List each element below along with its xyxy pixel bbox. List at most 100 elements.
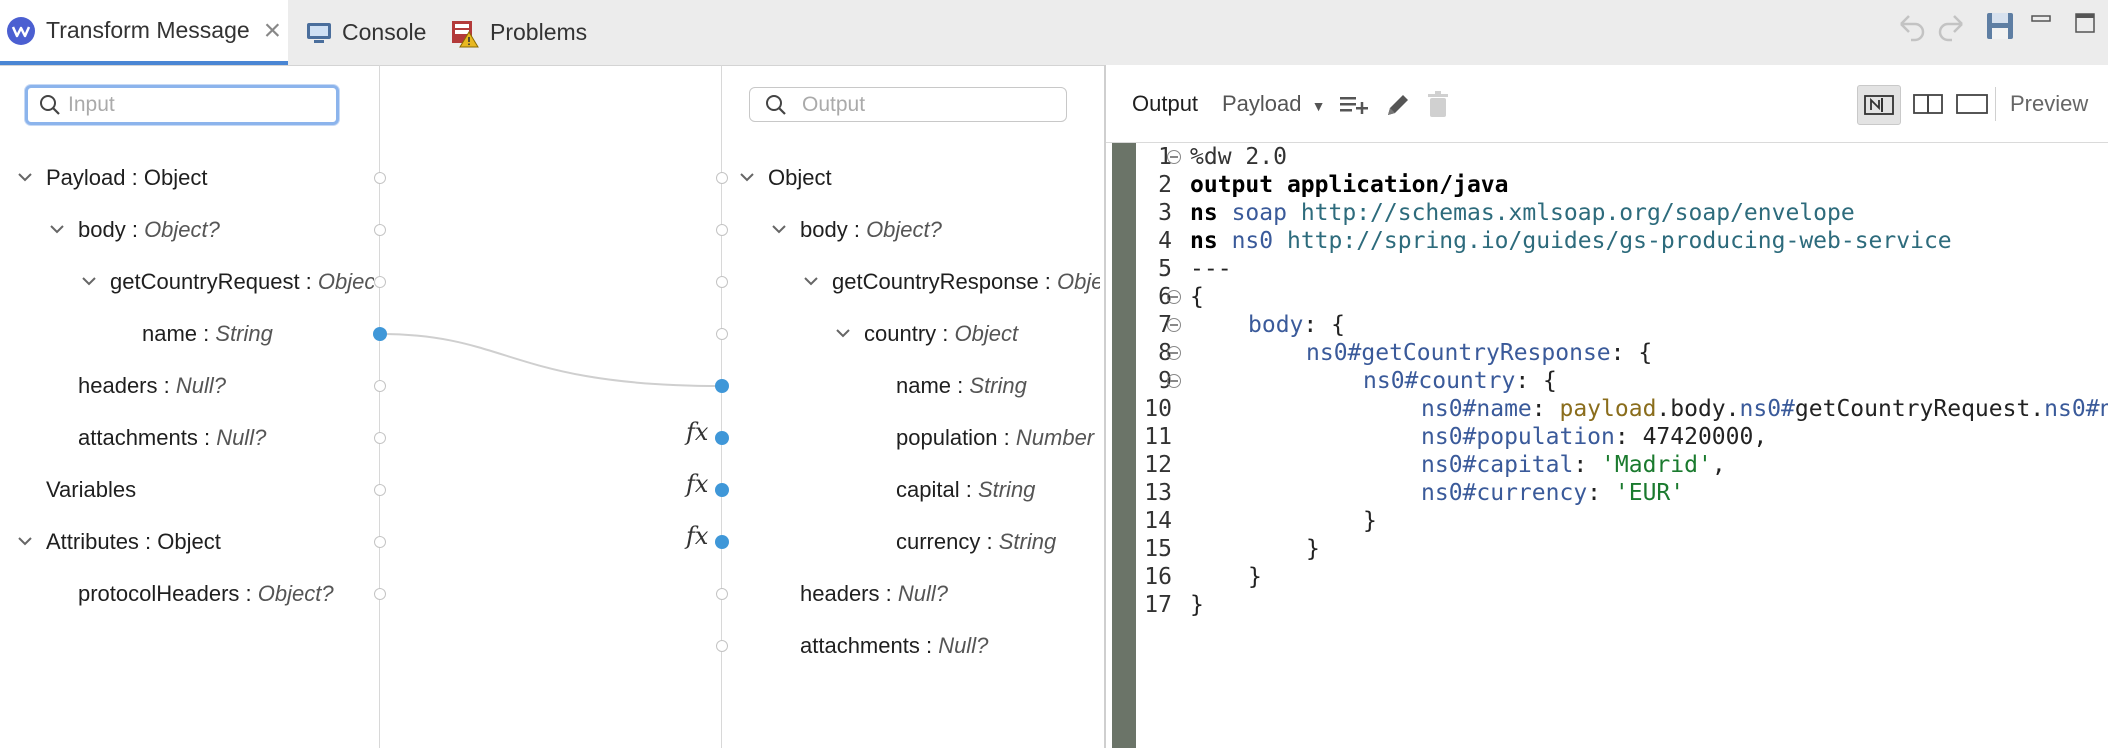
output-search-box[interactable] [749,87,1067,122]
output-connector-getcountryresponse[interactable] [716,276,728,288]
add-target-icon[interactable] [1338,91,1370,117]
function-icon[interactable]: fx [686,470,708,498]
chevron-down-icon[interactable] [16,163,36,193]
code-line: body: { [1248,312,1345,338]
output-connector-population-mapped[interactable] [715,431,729,445]
output-connector-object[interactable] [716,172,728,184]
tree-node-population[interactable]: population : Number [896,423,1094,453]
tree-node-getcountryresponse[interactable]: getCountryResponse : Object [804,267,1100,297]
output-label: Output [1132,91,1199,116]
fold-toggle-icon[interactable] [1167,290,1181,304]
output-connector-attachments[interactable] [716,640,728,652]
input-connector-payload[interactable] [374,172,386,184]
tab-console[interactable]: Console [306,0,426,65]
output-connector-headers[interactable] [716,588,728,600]
line-number: 5 [1158,256,1172,282]
chevron-down-icon[interactable] [802,267,822,297]
close-icon[interactable]: × [264,15,282,46]
output-connector-name-mapped[interactable] [715,379,729,393]
tree-node-headers[interactable]: headers : Null? [800,579,948,609]
tree-node-body[interactable]: body : Object? [772,215,942,245]
output-search-field[interactable] [796,92,1008,117]
output-connector-body[interactable] [716,224,728,236]
editor-gutter [1112,143,1136,748]
chevron-down-icon[interactable] [738,163,758,193]
chevron-down-icon[interactable] [834,319,854,349]
input-connector-name-mapped[interactable] [373,327,387,341]
tree-node-headers[interactable]: headers : Null? [78,371,226,401]
line-number: 2 [1158,172,1172,198]
tree-node-name[interactable]: name : String [142,319,273,349]
delete-icon[interactable] [1426,91,1450,119]
panel-divider[interactable] [1104,65,1106,748]
dropdown-arrow-icon: ▼ [1311,98,1326,114]
save-icon[interactable] [1984,10,2016,47]
input-connector-attachments[interactable] [374,432,386,444]
problems-icon [450,18,480,48]
input-connector-variables[interactable] [374,484,386,496]
chevron-down-icon[interactable] [770,215,790,245]
preview-button[interactable]: Preview [2010,89,2088,119]
input-connector-headers[interactable] [374,380,386,392]
tree-node-capital[interactable]: capital : String [896,475,1035,505]
tree-node-protocolheaders[interactable]: protocolHeaders : Object? [78,579,334,609]
tree-node-attributes[interactable]: Attributes : Object [18,527,221,557]
input-connector-attributes[interactable] [374,536,386,548]
line-number: 12 [1144,452,1172,478]
output-connector-country[interactable] [716,328,728,340]
input-tree: Payload : Object body : Object? getCount… [0,150,374,610]
minimize-icon[interactable] [2030,12,2052,37]
output-connector-currency-mapped[interactable] [715,535,729,549]
tab-problems[interactable]: Problems [450,0,587,65]
tree-node-getcountryrequest[interactable]: getCountryRequest : Object [82,267,374,297]
code-line: ns ns0 http://spring.io/guides/gs-produc… [1190,228,1952,254]
tab-label: Problems [490,19,588,45]
code-line: ns0#name: payload.body.ns0#getCountryReq… [1421,396,2108,422]
tree-node-attachments[interactable]: attachments : Null? [800,631,988,661]
input-connector-protocolheaders[interactable] [374,588,386,600]
input-search-field[interactable] [62,93,274,117]
console-icon [306,21,332,45]
tree-node-country[interactable]: country : Object [836,319,1018,349]
line-number: 4 [1158,228,1172,254]
tree-node-variables[interactable]: Variables [46,475,136,505]
edit-icon[interactable] [1384,91,1412,119]
line-number: 17 [1144,592,1172,618]
fold-toggle-icon[interactable] [1167,374,1181,388]
chevron-down-icon[interactable] [16,527,36,557]
tree-node-name[interactable]: name : String [896,371,1027,401]
code-line: ns0#population: 47420000, [1421,424,1768,450]
fold-toggle-icon[interactable] [1167,346,1181,360]
code-editor[interactable]: 1 2 3 4 5 6 7 8 9 10 11 12 13 14 15 16 1… [1138,143,2108,748]
tree-node-body[interactable]: body : Object? [50,215,220,245]
tree-node-attachments[interactable]: attachments : Null? [78,423,266,453]
input-connector-body[interactable] [374,224,386,236]
fold-toggle-icon[interactable] [1167,318,1181,332]
tab-transform-message[interactable]: Transform Message × [0,0,288,65]
redo-icon[interactable] [1936,10,1970,49]
tree-node-payload[interactable]: Payload : Object [18,163,207,193]
input-search-box[interactable] [25,85,339,125]
input-connector-getcountryrequest[interactable] [374,276,386,288]
view-mode-split-icon[interactable] [1907,85,1949,123]
function-icon[interactable]: fx [686,418,708,446]
maximize-icon[interactable] [2074,12,2096,39]
view-tab-bar: Transform Message × Console Problems [0,0,2108,66]
line-number: 14 [1144,508,1172,534]
view-mode-graphics-icon[interactable] [1857,85,1901,125]
undo-icon[interactable] [1893,10,1927,49]
mapping-line [379,333,722,387]
fold-toggle-icon[interactable] [1167,150,1181,164]
function-icon[interactable]: fx [686,522,708,550]
view-mode-text-icon[interactable] [1951,85,1993,123]
tree-node-object[interactable]: Object [740,163,832,193]
payload-select[interactable]: Payload ▼ [1222,89,1326,121]
chevron-down-icon[interactable] [80,267,100,297]
tree-node-currency[interactable]: currency : String [896,527,1056,557]
tab-label: Console [342,19,427,45]
output-connector-capital-mapped[interactable] [715,483,729,497]
chevron-down-icon[interactable] [48,215,68,245]
code-line: ns0#country: { [1363,368,1557,394]
code-line: } [1306,536,1320,562]
code-line: { [1190,284,1204,310]
